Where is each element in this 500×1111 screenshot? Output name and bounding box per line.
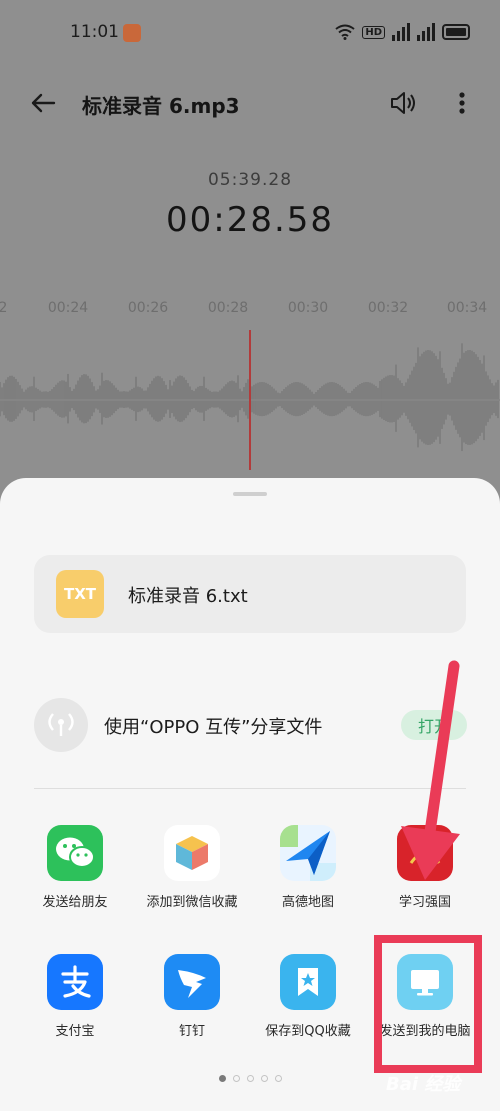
shared-file-card: TXT 标准录音 6.txt <box>34 555 466 633</box>
page-dot[interactable] <box>260 1075 268 1082</box>
signal-icon-2 <box>417 23 435 41</box>
status-time: 11:01 <box>70 22 119 42</box>
oppo-share-icon <box>34 698 88 752</box>
app-amap[interactable]: 高德地图 <box>250 825 366 910</box>
ruler-tick: 00:26 <box>127 300 169 316</box>
recorder-screen: 11:01 HD 标准录音 6.mp3 05:39.28 00:28.58 2 … <box>0 0 500 520</box>
signal-icon-1 <box>392 23 410 41</box>
notification-app-icon <box>123 24 141 42</box>
page-dot[interactable] <box>246 1075 254 1082</box>
battery-icon <box>442 24 470 40</box>
total-duration: 05:39.28 <box>207 170 293 190</box>
divider <box>34 788 466 789</box>
hd-badge: HD <box>362 25 385 39</box>
watermark: Bai 经验 <box>386 1074 461 1095</box>
open-oppo-share-button[interactable]: 打开 <box>401 710 467 740</box>
app-add-to-wechat-favorites[interactable]: 添加到微信收藏 <box>134 825 250 910</box>
speaker-icon[interactable] <box>388 88 418 118</box>
app-xuexi-qiangguo[interactable]: 学习强国 <box>367 825 483 910</box>
app-label: 支付宝 <box>55 1024 95 1039</box>
ruler-tick: 00:34 <box>446 300 488 316</box>
oppo-share-text: 使用“OPPO 互传”分享文件 <box>104 717 323 738</box>
txt-file-icon: TXT <box>56 570 104 618</box>
wifi-icon <box>335 24 355 40</box>
alipay-icon <box>47 954 103 1010</box>
recorder-topbar: 标准录音 6.mp3 <box>0 80 500 126</box>
oppo-share-row[interactable]: 使用“OPPO 互传”分享文件 打开 <box>34 698 467 752</box>
ruler-tick: 00:24 <box>47 300 89 316</box>
app-label: 发送给朋友 <box>42 895 108 910</box>
dingtalk-icon <box>164 954 220 1010</box>
ruler-tick: 00:32 <box>367 300 409 316</box>
cube-icon <box>164 825 220 881</box>
page-dot[interactable] <box>274 1075 282 1082</box>
app-dingtalk[interactable]: 钉钉 <box>134 954 250 1039</box>
app-send-to-friend[interactable]: 发送给朋友 <box>17 825 133 910</box>
current-position: 00:28.58 <box>165 200 335 240</box>
app-label: 高德地图 <box>281 895 334 910</box>
highlight-box <box>374 935 482 1073</box>
more-options-icon[interactable] <box>452 88 472 118</box>
app-label: 学习强国 <box>398 895 451 910</box>
shared-file-name: 标准录音 6.txt <box>128 586 248 607</box>
ruler-tick: 00:30 <box>287 300 329 316</box>
recording-title: 标准录音 6.mp3 <box>82 94 240 118</box>
wechat-icon <box>47 825 103 881</box>
xuexi-icon <box>397 825 453 881</box>
app-label: 钉钉 <box>178 1024 205 1039</box>
waveform[interactable] <box>0 330 500 470</box>
status-bar: 11:01 HD <box>0 20 500 48</box>
app-label: 保存到QQ收藏 <box>265 1024 351 1039</box>
page-dot[interactable] <box>218 1075 226 1082</box>
page-dot[interactable] <box>232 1075 240 1082</box>
qq-favorite-icon <box>280 954 336 1010</box>
amap-icon <box>280 825 336 881</box>
timeline-ruler: 2 00:24 00:26 00:28 00:30 00:32 00:34 <box>0 300 500 324</box>
app-label: 添加到微信收藏 <box>146 895 238 910</box>
back-arrow-icon[interactable] <box>28 88 58 118</box>
status-icons: HD <box>335 23 470 41</box>
app-alipay[interactable]: 支付宝 <box>17 954 133 1039</box>
sheet-drag-handle[interactable] <box>233 492 267 496</box>
ruler-tick: 2 <box>0 300 8 316</box>
ruler-tick: 00:28 <box>207 300 249 316</box>
app-qq-favorites[interactable]: 保存到QQ收藏 <box>250 954 366 1039</box>
